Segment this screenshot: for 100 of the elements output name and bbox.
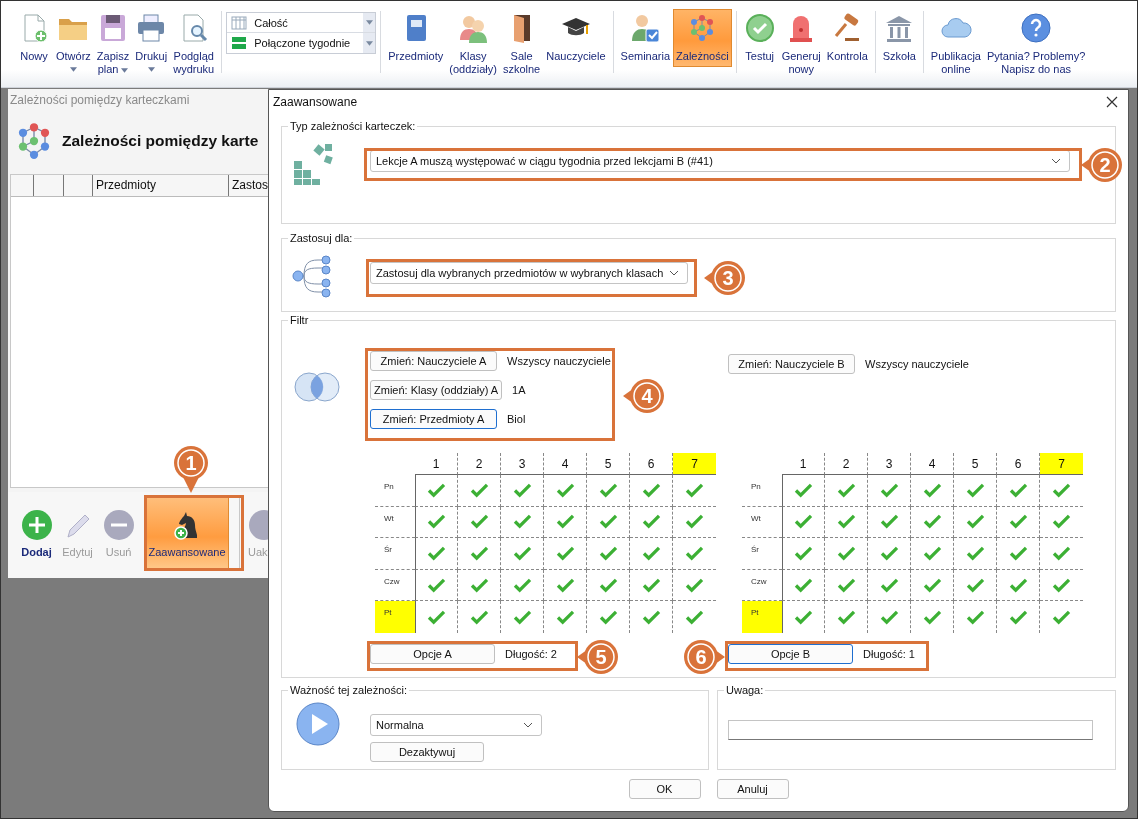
options-button[interactable]: Opcje B: [728, 643, 853, 664]
change-button[interactable]: Zmień: Klasy (oddziały) A: [370, 380, 503, 400]
toolbar-button[interactable]: Kontrola: [823, 9, 871, 80]
column-header[interactable]: 2: [825, 453, 868, 475]
availability-cell[interactable]: [415, 601, 458, 633]
toolbar-button[interactable]: Sale szkolne: [499, 9, 544, 80]
row-header[interactable]: Wt: [375, 506, 415, 539]
availability-cell[interactable]: [587, 475, 630, 507]
toolbar-button[interactable]: Zależności: [673, 9, 732, 67]
toolbar-button[interactable]: Seminaria: [617, 9, 674, 67]
column-header[interactable]: 4: [911, 453, 954, 475]
change-button[interactable]: Zmień: Przedmioty A: [370, 409, 497, 429]
column-header[interactable]: 2: [458, 453, 501, 475]
deactivate-button[interactable]: Dezaktywuj: [370, 742, 484, 762]
availability-cell[interactable]: [782, 475, 825, 507]
column-header[interactable]: Przedmioty: [93, 175, 229, 196]
availability-cell[interactable]: [825, 538, 868, 570]
toolbar-button[interactable]: Publikacja online: [927, 9, 984, 80]
availability-cell[interactable]: [415, 569, 458, 602]
availability-cell[interactable]: [825, 475, 868, 507]
availability-cell[interactable]: [954, 475, 997, 507]
availability-cell[interactable]: [587, 538, 630, 570]
toolbar-button[interactable]: Drukuj: [132, 9, 171, 80]
availability-cell[interactable]: [782, 601, 825, 633]
availability-cell[interactable]: [782, 506, 825, 539]
action-button[interactable]: Zaawansowane: [145, 497, 229, 570]
availability-cell[interactable]: [825, 506, 868, 539]
column-header[interactable]: 1: [415, 453, 458, 475]
column-header[interactable]: 3: [501, 453, 544, 475]
toolbar-button[interactable]: Nauczyciele: [543, 9, 609, 80]
availability-cell[interactable]: [415, 506, 458, 539]
availability-cell[interactable]: [911, 475, 954, 507]
availability-cell[interactable]: [544, 538, 587, 570]
availability-cell[interactable]: [501, 506, 544, 539]
availability-cell[interactable]: [997, 569, 1040, 602]
availability-cell[interactable]: [630, 569, 673, 602]
column-header[interactable]: 5: [587, 453, 630, 475]
change-button[interactable]: Zmień: Nauczyciele A: [370, 351, 497, 371]
availability-cell[interactable]: [782, 538, 825, 570]
toolbar-button[interactable]: Pytania? Problemy? Napisz do nas: [983, 9, 1089, 80]
availability-cell[interactable]: [911, 538, 954, 570]
dropdown[interactable]: Całość: [227, 13, 376, 33]
toolbar-button[interactable]: Przedmioty: [385, 9, 447, 80]
availability-cell[interactable]: [868, 569, 911, 602]
column-header[interactable]: 4: [544, 453, 587, 475]
availability-cell[interactable]: [954, 506, 997, 539]
availability-cell[interactable]: [415, 538, 458, 570]
availability-cell[interactable]: [501, 569, 544, 602]
toolbar-button[interactable]: Testuj: [740, 9, 779, 80]
availability-cell[interactable]: [501, 538, 544, 570]
availability-cell[interactable]: [782, 569, 825, 602]
availability-cell[interactable]: [501, 475, 544, 507]
availability-cell[interactable]: [458, 475, 501, 507]
availability-cell[interactable]: [630, 538, 673, 570]
availability-cell[interactable]: [911, 569, 954, 602]
options-button[interactable]: Opcje A: [370, 643, 495, 664]
row-header[interactable]: Pn: [742, 475, 782, 507]
dialog-button[interactable]: OK: [628, 779, 701, 799]
availability-cell[interactable]: [954, 538, 997, 570]
availability-cell[interactable]: [458, 538, 501, 570]
availability-cell[interactable]: [825, 569, 868, 602]
availability-cell[interactable]: [544, 475, 587, 507]
availability-cell[interactable]: [868, 475, 911, 507]
availability-cell[interactable]: [954, 569, 997, 602]
toolbar-button[interactable]: Zapisz plan: [93, 9, 133, 80]
availability-cell[interactable]: [868, 506, 911, 539]
column-header[interactable]: 3: [868, 453, 911, 475]
dialog-button[interactable]: Anuluj: [716, 779, 789, 799]
toolbar-button[interactable]: Nowy: [15, 9, 53, 80]
dropdown[interactable]: Lekcje A muszą występować w ciągu tygodnia przed lekcjami B (#41): [370, 150, 1070, 172]
availability-cell[interactable]: [544, 506, 587, 539]
availability-cell[interactable]: [997, 475, 1040, 507]
column-header[interactable]: 1: [782, 453, 825, 475]
row-header[interactable]: Śr: [375, 538, 415, 570]
availability-cell[interactable]: [587, 506, 630, 539]
action-button[interactable]: Dodaj: [16, 497, 57, 570]
availability-cell[interactable]: [997, 506, 1040, 539]
availability-cell[interactable]: [630, 506, 673, 539]
row-header[interactable]: Wt: [742, 506, 782, 539]
availability-cell[interactable]: [587, 569, 630, 602]
availability-cell[interactable]: [415, 475, 458, 507]
row-header[interactable]: Pt: [742, 601, 782, 633]
dropdown[interactable]: Zastosuj dla wybranych przedmiotów w wybranych klasach: [370, 262, 688, 284]
toolbar-button[interactable]: Generuj nowy: [778, 9, 824, 80]
availability-cell[interactable]: [911, 506, 954, 539]
availability-cell[interactable]: [458, 569, 501, 602]
column-header[interactable]: 7: [1040, 453, 1083, 475]
toolbar-button[interactable]: Podgląd wydruku: [170, 9, 218, 80]
toolbar-button[interactable]: Otwórz: [53, 9, 94, 80]
input-field[interactable]: [728, 720, 1093, 740]
row-header[interactable]: Śr: [742, 538, 782, 570]
row-header[interactable]: Pn: [375, 475, 415, 507]
availability-cell[interactable]: [630, 475, 673, 507]
dropdown[interactable]: Normalna: [370, 714, 542, 736]
change-button[interactable]: Zmień: Nauczyciele B: [728, 354, 855, 374]
availability-cell[interactable]: [997, 538, 1040, 570]
close-icon[interactable]: [1106, 96, 1118, 108]
row-header[interactable]: Pt: [375, 601, 415, 633]
column-header[interactable]: 5: [954, 453, 997, 475]
availability-cell[interactable]: [868, 538, 911, 570]
